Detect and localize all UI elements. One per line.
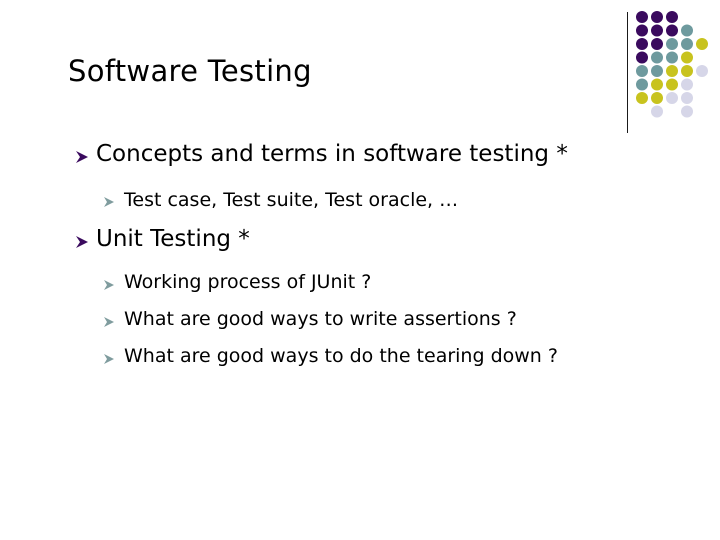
decor-dot-yellow <box>681 51 693 64</box>
decor-dot-purple <box>666 24 678 37</box>
decor-dot-purple <box>636 24 648 37</box>
decor-dot-lavender <box>696 65 708 77</box>
bullet-item-junit-process: Working process of JUnit ? <box>124 271 372 293</box>
bullet-item-unit-testing: Unit Testing * <box>96 226 250 252</box>
decor-dot-purple <box>636 38 648 50</box>
dot-grid-decoration <box>636 11 708 118</box>
bullet-item-test-terms: Test case, Test suite, Test oracle, … <box>124 189 459 211</box>
decor-dot-teal <box>636 65 648 77</box>
bullet-item-tearing-down: What are good ways to do the tearing dow… <box>124 345 558 367</box>
decor-dot-lavender <box>681 105 693 118</box>
decor-dot-purple <box>651 38 663 50</box>
decor-dot-purple <box>651 24 663 37</box>
decor-dot-yellow <box>651 78 663 91</box>
decor-dot-lavender <box>666 92 678 104</box>
decor-dot-yellow <box>636 92 648 104</box>
decor-dot-lavender <box>681 78 693 91</box>
decor-dot-teal <box>651 65 663 77</box>
decor-dot-yellow <box>651 92 663 104</box>
decor-dot-lavender <box>651 105 663 118</box>
decor-dot-purple <box>666 11 678 23</box>
decor-dot-yellow <box>681 65 693 77</box>
decor-dot-yellow <box>666 78 678 91</box>
decor-dot-yellow <box>696 38 708 50</box>
decor-dot-teal <box>651 51 663 64</box>
decor-dot-teal <box>681 38 693 50</box>
decor-dot-purple <box>636 11 648 23</box>
decor-dot-teal <box>681 24 693 37</box>
decor-dot-teal <box>666 51 678 64</box>
decor-dot-purple <box>636 51 648 64</box>
decor-dot-teal <box>636 78 648 91</box>
decor-dot-lavender <box>681 92 693 104</box>
decor-dot-purple <box>651 11 663 23</box>
decor-dot-teal <box>666 38 678 50</box>
decor-dot-yellow <box>666 65 678 77</box>
bullet-item-concepts: Concepts and terms in software testing * <box>96 141 568 167</box>
bullet-item-assertions: What are good ways to write assertions ? <box>124 308 517 330</box>
